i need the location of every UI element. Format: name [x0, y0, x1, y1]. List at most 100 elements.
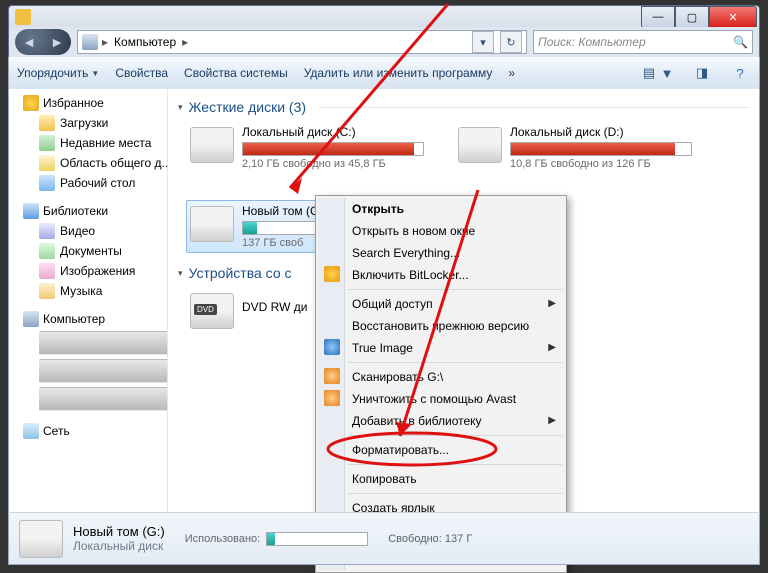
ctx-share[interactable]: Общий доступ▶ [318, 293, 564, 315]
search-placeholder: Поиск: Компьютер [538, 35, 646, 49]
minimize-button[interactable]: — [641, 6, 675, 28]
ctx-open[interactable]: Открыть [318, 198, 564, 220]
ctx-add-to-library[interactable]: Добавить в библиотеку ▶ [318, 410, 564, 432]
nav-pictures[interactable]: Изображения [9, 261, 167, 281]
status-free-label: Свободно: 137 Г [388, 533, 472, 545]
folder-icon [39, 115, 55, 131]
ctx-label: Добавить в библиотеку [352, 414, 482, 428]
drive-freespace: 10,8 ГБ свободно из 126 ГБ [510, 158, 692, 170]
breadcrumb-chevron[interactable]: ▸ [182, 35, 188, 49]
drive-name: Локальный диск (D:) [510, 125, 692, 139]
nav-drive-d[interactable]: Локальный диск (... [9, 357, 167, 385]
ctx-label: True Image [352, 341, 413, 355]
address-dropdown-button[interactable]: ▾ [472, 31, 494, 53]
library-icon [23, 203, 39, 219]
toolbar-organize-label: Упорядочить [17, 66, 88, 80]
nav-label: Сеть [43, 424, 70, 438]
ctx-scan[interactable]: Сканировать G:\ [318, 366, 564, 388]
nav-label: Недавние места [60, 136, 151, 150]
search-box[interactable]: Поиск: Компьютер 🔍 [533, 30, 753, 54]
nav-label: Музыка [60, 284, 102, 298]
toolbar-overflow[interactable]: » [508, 66, 515, 80]
toolbar-view-button[interactable]: ▤ ▼ [637, 61, 675, 85]
submenu-arrow-icon: ▶ [548, 415, 556, 426]
ctx-avast-shred[interactable]: Уничтожить с помощью Avast [318, 388, 564, 410]
breadcrumb-chevron[interactable]: ▸ [102, 35, 108, 49]
section-label: Устройства со с [189, 265, 292, 281]
ctx-true-image[interactable]: True Image ▶ [318, 337, 564, 359]
ctx-open-new-window[interactable]: Открыть в новом окне [318, 220, 564, 242]
back-icon[interactable]: ◄ [22, 34, 36, 50]
drive-c[interactable]: Локальный диск (C:) 2,10 ГБ свободно из … [186, 121, 428, 174]
app-icon [15, 9, 31, 25]
nav-videos[interactable]: Видео [9, 221, 167, 241]
nav-label: Рабочий стол [60, 176, 135, 190]
view-icon: ▤ [638, 62, 660, 84]
network-icon [23, 423, 39, 439]
close-button[interactable]: ✕ [709, 6, 757, 28]
music-icon [39, 283, 55, 299]
window-controls: — ▢ ✕ [641, 6, 757, 28]
chevron-down-icon: ▼ [91, 69, 99, 78]
dvd-drive-icon [190, 293, 234, 329]
nav-music[interactable]: Музыка [9, 281, 167, 301]
nav-desktop[interactable]: Рабочий стол [9, 173, 167, 193]
titlebar: — ▢ ✕ [8, 5, 760, 28]
capacity-bar [510, 142, 692, 156]
nav-recent[interactable]: Недавние места [9, 133, 167, 153]
computer-icon [23, 311, 39, 327]
nav-downloads[interactable]: Загрузки [9, 113, 167, 133]
nav-label: Область общего д... [60, 156, 167, 170]
ctx-label: Уничтожить с помощью Avast [352, 392, 516, 406]
nav-label: Компьютер [43, 312, 105, 326]
toolbar-organize[interactable]: Упорядочить ▼ [17, 66, 99, 80]
nav-computer-header[interactable]: Компьютер [11, 309, 165, 329]
status-subtitle: Локальный диск [73, 539, 165, 553]
nav-favorites-label: Избранное [43, 96, 104, 110]
address-bar[interactable]: ▸ Компьютер ▸ ▾ ↻ [77, 30, 527, 54]
status-title: Новый том (G:) [73, 524, 165, 539]
separator [348, 464, 562, 465]
breadcrumb-computer[interactable]: Компьютер [112, 34, 178, 50]
forward-icon[interactable]: ► [50, 34, 64, 50]
drive-name: Локальный диск (C:) [242, 125, 424, 139]
maximize-button[interactable]: ▢ [675, 6, 709, 28]
status-used: Использовано: [185, 532, 369, 546]
nav-documents[interactable]: Документы [9, 241, 167, 261]
refresh-button[interactable]: ↻ [500, 31, 522, 53]
toolbar-properties[interactable]: Свойства [115, 66, 168, 80]
ctx-bitlocker[interactable]: Включить BitLocker... [318, 264, 564, 286]
nav-label: Видео [60, 224, 95, 238]
nav-back-forward[interactable]: ◄ ► [15, 29, 71, 55]
separator [348, 362, 562, 363]
search-icon[interactable]: 🔍 [733, 35, 748, 49]
details-pane: Новый том (G:) Локальный диск Использова… [8, 512, 760, 565]
drive-d[interactable]: Локальный диск (D:) 10,8 ГБ свободно из … [454, 121, 696, 174]
avast-scan-icon [324, 368, 340, 384]
ctx-search-everything[interactable]: Search Everything... [318, 242, 564, 264]
drive-freespace: 2,10 ГБ свободно из 45,8 ГБ [242, 158, 424, 170]
shield-icon [324, 266, 340, 282]
nav-network-header[interactable]: Сеть [9, 421, 167, 441]
ctx-restore-previous[interactable]: Восстановить прежнюю версию [318, 315, 564, 337]
submenu-arrow-icon: ▶ [548, 342, 556, 353]
help-button[interactable]: ? [729, 62, 751, 84]
nav-favorites-header[interactable]: Избранное [9, 93, 167, 113]
nav-label: Изображения [60, 264, 135, 278]
avast-shred-icon [324, 390, 340, 406]
nav-libraries-header[interactable]: Библиотеки [9, 201, 167, 221]
nav-drive-g[interactable]: Новый том (G:) [9, 385, 167, 413]
toolbar-system-properties[interactable]: Свойства системы [184, 66, 288, 80]
separator [348, 493, 562, 494]
nav-drive-c[interactable]: Локальный диск (... [9, 329, 167, 357]
ctx-copy[interactable]: Копировать [318, 468, 564, 490]
navigation-pane: Избранное Загрузки Недавние места Област… [9, 89, 168, 513]
nav-shared[interactable]: Область общего д... [9, 153, 167, 173]
section-hard-drives[interactable]: ▾ Жесткие диски (3) [178, 99, 749, 115]
ctx-format[interactable]: Форматировать... [318, 439, 564, 461]
preview-pane-button[interactable]: ◨ [691, 62, 713, 84]
desktop-icon [39, 175, 55, 191]
drive-icon [39, 331, 167, 355]
toolbar: Упорядочить ▼ Свойства Свойства системы … [8, 57, 760, 90]
toolbar-uninstall[interactable]: Удалить или изменить программу [304, 66, 493, 80]
